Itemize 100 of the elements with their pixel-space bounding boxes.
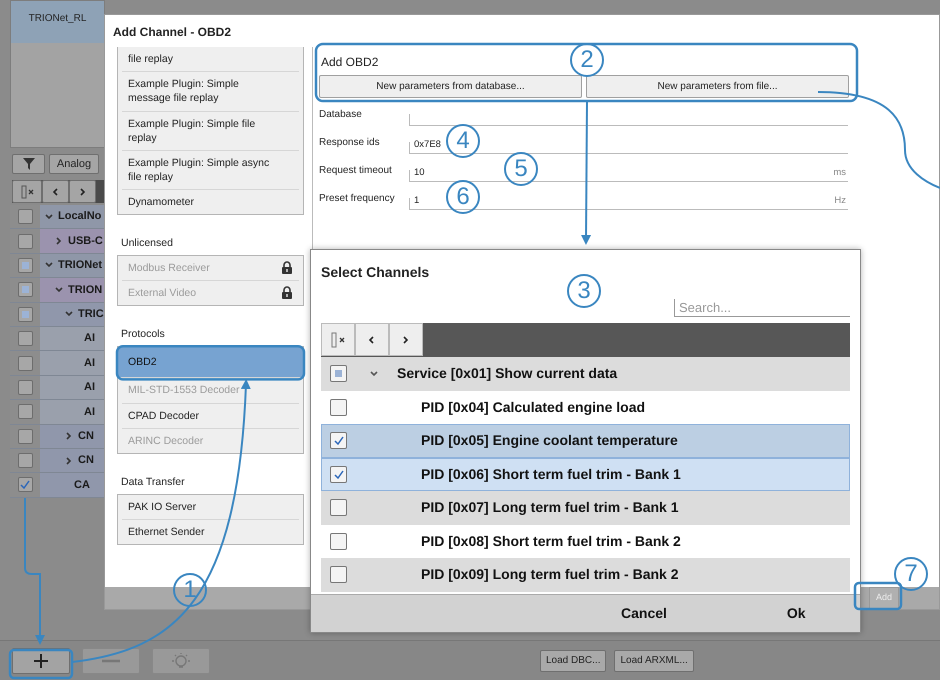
tree-row[interactable]: TRIC (10, 302, 105, 327)
list-item[interactable]: Example Plugin: Simple message file replay (122, 72, 299, 112)
field-label: Response ids (319, 136, 381, 150)
checkbox[interactable] (330, 466, 347, 483)
checkbox[interactable] (330, 566, 347, 584)
checkbox[interactable] (18, 306, 32, 322)
tree-label: AI (84, 331, 95, 346)
channel-label: PID [0x09] Long term fuel trim - Bank 2 (421, 565, 678, 584)
minus-icon (102, 658, 120, 662)
section-heading: Data Transfer (121, 474, 186, 490)
check-icon (19, 479, 31, 490)
column-toggle-button[interactable] (321, 323, 355, 356)
checkbox[interactable] (18, 234, 32, 249)
checkbox[interactable] (330, 532, 347, 550)
form-heading: Add OBD2 (320, 54, 378, 71)
checkbox[interactable] (330, 499, 347, 516)
tree-label: CA (74, 478, 90, 493)
channel-row[interactable]: PID [0x06] Short term fuel trim - Bank 1 (321, 458, 850, 491)
tree-row[interactable]: CA (10, 473, 105, 498)
tree-label: AI (84, 380, 95, 396)
channel-row[interactable]: Service [0x01] Show current data (321, 357, 850, 390)
checkbox[interactable] (18, 282, 32, 298)
search-field[interactable]: Search... (674, 299, 850, 317)
ok-button[interactable]: Ok (776, 599, 816, 628)
device-tile[interactable]: TRIONet_RL (11, 1, 104, 43)
tree-row[interactable]: TRIONet (10, 254, 105, 278)
back-button[interactable] (42, 180, 69, 203)
checkbox[interactable] (18, 453, 32, 468)
add-button[interactable] (12, 648, 70, 674)
tree-label: TRIONet (58, 258, 102, 274)
check-icon (332, 468, 344, 480)
step-number: 7 (894, 557, 928, 591)
channel-label: PID [0x07] Long term fuel trim - Bank 1 (421, 498, 678, 518)
checkbox[interactable] (18, 331, 32, 346)
checkbox[interactable] (330, 432, 347, 450)
chevron-icon[interactable] (78, 186, 88, 196)
highlight-frame (854, 582, 902, 610)
load-button[interactable]: Load ARXML... (614, 650, 694, 672)
list-item[interactable]: CPAD Decoder (122, 404, 299, 429)
checkbox[interactable] (330, 398, 347, 416)
columns-icon (20, 184, 34, 198)
analog-button[interactable]: Analog (49, 154, 99, 174)
tree-label: USB-C (68, 234, 103, 249)
input-field[interactable] (409, 114, 848, 126)
channel-label: Service [0x01] Show current data (397, 364, 618, 384)
checkbox[interactable] (18, 356, 32, 371)
tree-label: CN (78, 428, 94, 444)
checkbox[interactable] (330, 365, 347, 382)
channel-row[interactable]: PID [0x09] Long term fuel trim - Bank 2 (321, 558, 850, 592)
list-item[interactable]: file replay (122, 47, 299, 72)
chevron-icon[interactable] (50, 186, 60, 196)
list-item[interactable]: Example Plugin: Simple async file replay (122, 150, 299, 190)
list-item[interactable]: Dynamometer (122, 190, 299, 214)
check-icon (332, 435, 344, 446)
tree-label: AI (84, 404, 95, 420)
channel-label: PID [0x06] Short term fuel trim - Bank 1 (421, 464, 681, 484)
list-item[interactable]: Example Plugin: Simple file replay (122, 112, 299, 151)
parameters-button[interactable]: New parameters from file... (586, 75, 849, 98)
tree-row[interactable]: CN (10, 424, 105, 449)
tree-row[interactable]: LocalNo (10, 205, 105, 230)
chevron-icon[interactable] (401, 334, 411, 344)
checkbox[interactable] (18, 380, 32, 395)
tree-row[interactable]: AI (10, 326, 105, 352)
checkbox[interactable] (18, 477, 32, 492)
forward-button[interactable] (69, 180, 96, 203)
channel-label: PID [0x08] Short term fuel trim - Bank 2 (421, 532, 681, 551)
field-label: Database (319, 108, 363, 122)
tree-row[interactable]: AI (10, 376, 105, 400)
list-item[interactable]: OBD2 (118, 347, 303, 378)
checkbox[interactable] (18, 258, 32, 273)
tree-label: LocalNo (58, 209, 102, 224)
parameters-button[interactable]: New parameters from database... (319, 75, 582, 98)
step-number: 5 (504, 152, 538, 186)
channel-row[interactable]: PID [0x07] Long term fuel trim - Bank 1 (321, 491, 850, 524)
checkbox[interactable] (18, 404, 32, 420)
tree-row[interactable]: USB-C (10, 229, 105, 254)
columns-icon (331, 332, 345, 348)
tree-row[interactable]: AI (10, 400, 105, 425)
tree-label: TRION (68, 282, 102, 298)
cancel-button[interactable]: Cancel (611, 599, 677, 628)
tree-row[interactable]: CN (10, 448, 105, 474)
column-toggle-button[interactable] (12, 180, 42, 203)
section-heading: Protocols (121, 327, 166, 342)
checkbox[interactable] (18, 428, 32, 444)
channel-row[interactable]: PID [0x05] Engine coolant temperature (321, 424, 850, 458)
tree-label: AI (84, 356, 95, 371)
tree-row[interactable]: AI (10, 351, 105, 376)
channel-label: PID [0x05] Engine coolant temperature (421, 431, 678, 450)
step-number: 4 (446, 124, 480, 158)
filter-button[interactable] (12, 154, 45, 174)
filter-icon (22, 157, 36, 171)
tree-row[interactable]: TRION (10, 278, 105, 303)
list-item[interactable]: Ethernet Sender (122, 520, 299, 544)
highlight-frame (8, 648, 74, 680)
load-button[interactable]: Load DBC... (540, 650, 606, 672)
list-item[interactable]: PAK IO Server (122, 494, 299, 520)
field-label: Preset frequency (319, 192, 396, 206)
section-heading: Unlicensed (121, 236, 174, 252)
checkbox[interactable] (18, 209, 32, 224)
tree-label: CN (78, 453, 94, 468)
